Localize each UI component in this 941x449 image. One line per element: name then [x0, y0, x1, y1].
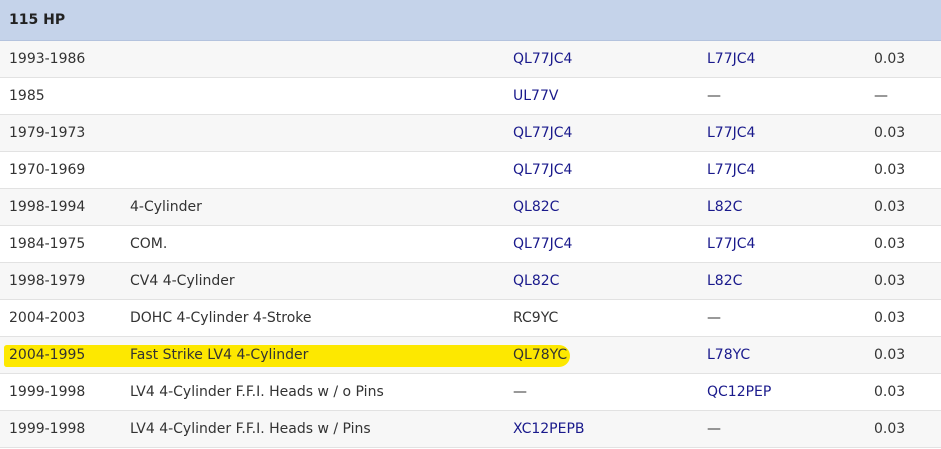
gap-value-cell: 0.03 — [874, 125, 906, 141]
gap-value-cell: 0.03 — [874, 273, 906, 289]
gap-value-cell: 0.03 — [874, 236, 906, 252]
primary-part-number-cell: — — [513, 384, 527, 400]
gap-value-cell: — — [874, 88, 888, 104]
table-row: 1998-1994 4-Cylinder QL82C L82C 0.03 — [0, 189, 941, 226]
primary-part-number-cell[interactable]: QL82C — [513, 189, 559, 225]
secondary-part-number-cell[interactable]: L77JC4 — [707, 115, 755, 151]
gap-value-cell: 0.03 — [874, 51, 906, 67]
secondary-part-number-cell: — — [707, 310, 721, 326]
primary-part-number-cell[interactable]: QL77JC4 — [513, 115, 572, 151]
engine-description-cell: LV4 4-Cylinder F.F.I. Heads w / Pins — [130, 421, 371, 437]
engine-description-cell: LV4 4-Cylinder F.F.I. Heads w / o Pins — [130, 384, 384, 400]
primary-part-number-cell[interactable]: QL77JC4 — [513, 41, 572, 77]
primary-part-number-cell: QL78YC — [513, 347, 568, 363]
year-range-cell: 1993-1986 — [9, 51, 86, 67]
engine-description-cell: DOHC 4-Cylinder 4-Stroke — [130, 310, 312, 326]
year-range-cell: 1970-1969 — [9, 162, 86, 178]
gap-value-cell: 0.03 — [874, 421, 906, 437]
secondary-part-number-cell: — — [707, 421, 721, 437]
year-range-cell: 1999-1998 — [9, 421, 86, 437]
table-row: 1985 UL77V — — — [0, 78, 941, 115]
gap-value-cell: 0.03 — [874, 384, 906, 400]
primary-part-number-cell[interactable]: UL77V — [513, 78, 558, 114]
table-row: 1998-1979 CV4 4-Cylinder QL82C L82C 0.03 — [0, 263, 941, 300]
secondary-part-number-cell[interactable]: L82C — [707, 263, 742, 299]
gap-value-cell: 0.03 — [874, 347, 906, 363]
secondary-part-number-cell[interactable]: L77JC4 — [707, 226, 755, 262]
year-range-cell: 1984-1975 — [9, 236, 86, 252]
primary-part-number-cell[interactable]: QL77JC4 — [513, 152, 572, 188]
year-range-cell: 2004-2003 — [9, 310, 86, 326]
primary-part-number-cell[interactable]: QL77JC4 — [513, 226, 572, 262]
primary-part-number-cell: RC9YC — [513, 310, 559, 326]
engine-description-cell: 4-Cylinder — [130, 199, 202, 215]
table-row: 1979-1973 QL77JC4 L77JC4 0.03 — [0, 115, 941, 152]
secondary-part-number-cell[interactable]: L77JC4 — [707, 41, 755, 77]
primary-part-number-cell[interactable]: QL82C — [513, 263, 559, 299]
table-row: 2004-1995 Fast Strike LV4 4-Cylinder QL78Y… — [0, 337, 941, 374]
engine-description-cell: COM. — [130, 236, 168, 252]
year-range-cell: 1998-1994 — [9, 199, 86, 215]
section-header: 115 HP — [0, 0, 941, 41]
section-title: 115 HP — [9, 12, 66, 28]
table-row: 1984-1975 COM. QL77JC4 L77JC4 0.03 — [0, 226, 941, 263]
secondary-part-number-cell[interactable]: L77JC4 — [707, 152, 755, 188]
secondary-part-number-cell: — — [707, 88, 721, 104]
gap-value-cell: 0.03 — [874, 162, 906, 178]
table-row: 1999-1998 LV4 4-Cylinder F.F.I. Heads w /… — [0, 374, 941, 411]
gap-value-cell: 0.03 — [874, 310, 906, 326]
table-row: 1993-1986 QL77JC4 L77JC4 0.03 — [0, 41, 941, 78]
table-row: 1970-1969 QL77JC4 L77JC4 0.03 — [0, 152, 941, 189]
primary-part-number-cell[interactable]: XC12PEPB — [513, 411, 585, 447]
spark-plug-table: 115 HP 1993-1986 QL77JC4 L77JC4 0.03 1985 UL7… — [0, 0, 941, 448]
year-range-cell: 2004-1995 — [9, 347, 86, 363]
engine-description-cell: Fast Strike LV4 4-Cylinder — [130, 347, 309, 363]
year-range-cell: 1998-1979 — [9, 273, 86, 289]
table-row: 1999-1998 LV4 4-Cylinder F.F.I. Heads w /… — [0, 411, 941, 448]
secondary-part-number-cell[interactable]: QC12PEP — [707, 374, 771, 410]
secondary-part-number-cell[interactable]: L82C — [707, 189, 742, 225]
table-body: 1993-1986 QL77JC4 L77JC4 0.03 1985 UL77V — — 197… — [0, 41, 941, 448]
engine-description-cell: CV4 4-Cylinder — [130, 273, 235, 289]
year-range-cell: 1979-1973 — [9, 125, 86, 141]
table-row: 2004-2003 DOHC 4-Cylinder 4-Stroke RC9YC — 0… — [0, 300, 941, 337]
year-range-cell: 1999-1998 — [9, 384, 86, 400]
gap-value-cell: 0.03 — [874, 199, 906, 215]
year-range-cell: 1985 — [9, 88, 45, 104]
secondary-part-number-cell[interactable]: L78YC — [707, 337, 750, 373]
